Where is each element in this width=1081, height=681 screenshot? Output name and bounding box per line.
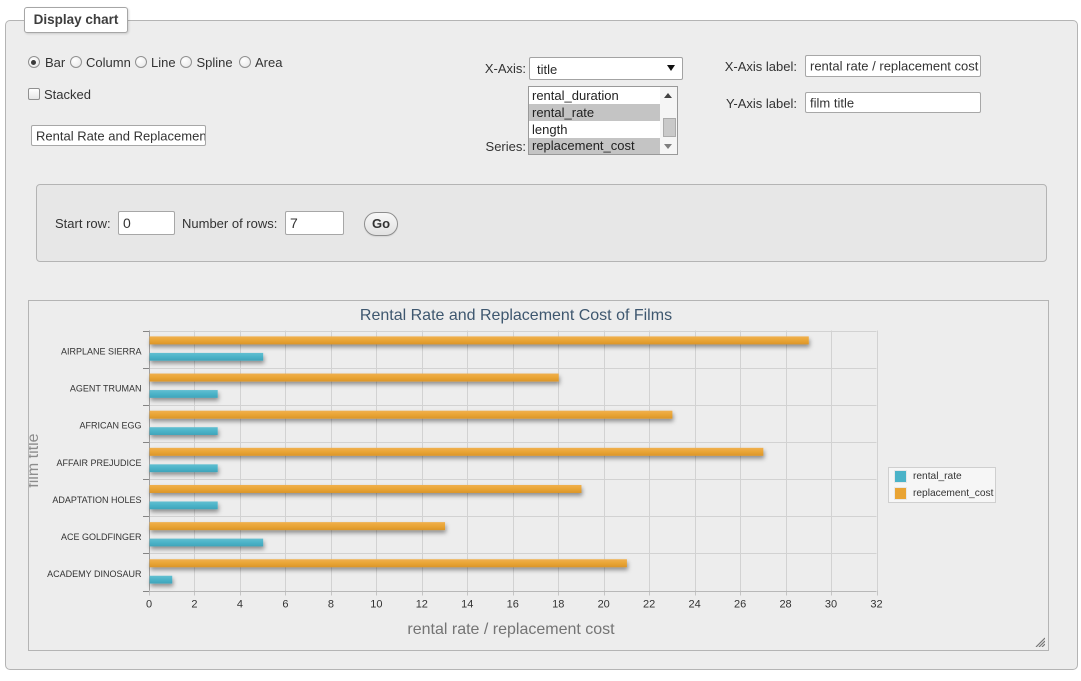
svg-text:24: 24 bbox=[689, 599, 701, 611]
svg-text:22: 22 bbox=[643, 599, 655, 611]
svg-text:20: 20 bbox=[598, 599, 610, 611]
svg-text:28: 28 bbox=[779, 599, 791, 611]
svg-text:0: 0 bbox=[146, 599, 152, 611]
svg-text:10: 10 bbox=[370, 599, 382, 611]
svg-text:8: 8 bbox=[328, 599, 334, 611]
svg-text:AGENT TRUMAN: AGENT TRUMAN bbox=[70, 384, 142, 394]
svg-text:ACADEMY DINOSAUR: ACADEMY DINOSAUR bbox=[47, 569, 142, 579]
svg-text:26: 26 bbox=[734, 599, 746, 611]
svg-text:18: 18 bbox=[552, 599, 564, 611]
svg-text:ACE GOLDFINGER: ACE GOLDFINGER bbox=[61, 532, 142, 542]
svg-text:30: 30 bbox=[825, 599, 837, 611]
svg-text:Rental Rate and Replacement Co: Rental Rate and Replacement Cost of Film… bbox=[360, 307, 672, 324]
svg-text:16: 16 bbox=[507, 599, 519, 611]
svg-text:ADAPTATION HOLES: ADAPTATION HOLES bbox=[52, 495, 141, 505]
svg-text:film title: film title bbox=[29, 433, 42, 487]
svg-text:AFRICAN EGG: AFRICAN EGG bbox=[79, 421, 141, 431]
svg-text:6: 6 bbox=[282, 599, 288, 611]
svg-text:rental rate / replacement cost: rental rate / replacement cost bbox=[407, 621, 615, 638]
svg-text:4: 4 bbox=[237, 599, 243, 611]
svg-text:12: 12 bbox=[416, 599, 428, 611]
svg-text:14: 14 bbox=[461, 599, 473, 611]
svg-text:AIRPLANE SIERRA: AIRPLANE SIERRA bbox=[61, 346, 142, 356]
svg-text:2: 2 bbox=[191, 599, 197, 611]
svg-text:AFFAIR PREJUDICE: AFFAIR PREJUDICE bbox=[56, 458, 141, 468]
svg-text:32: 32 bbox=[870, 599, 882, 611]
